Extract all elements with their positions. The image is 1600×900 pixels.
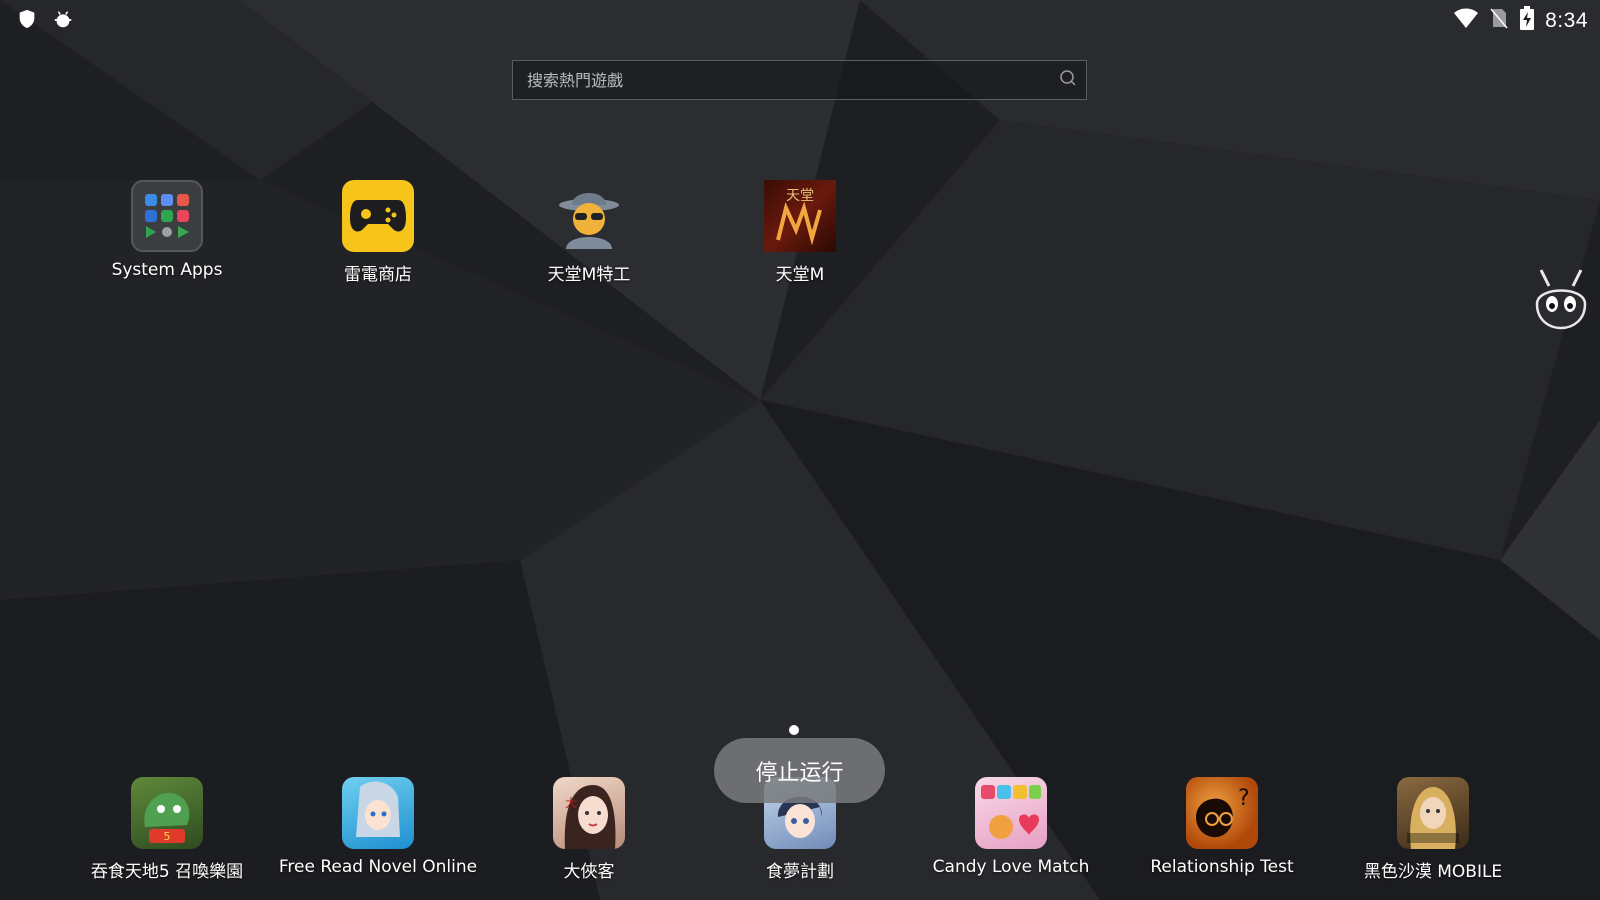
app-label: 雷電商店 (344, 265, 412, 285)
search-icon (1059, 69, 1077, 92)
app-label: 吞食天地5 召喚樂園 (90, 862, 244, 882)
dock-app-black-desert[interactable]: 黑色沙漠 MOBILE (1333, 777, 1533, 882)
dock-app-da-xia-ke[interactable]: 大 大俠客 (489, 777, 689, 882)
app-label: Candy Love Match (932, 857, 1090, 877)
toast-message: 停止运行 (714, 738, 885, 803)
app-ldplayer-store[interactable]: 雷電商店 (278, 180, 478, 285)
dragon-game-icon: 5 (131, 777, 203, 849)
app-label: 天堂M (775, 265, 825, 285)
no-sim-icon (1489, 7, 1509, 34)
app-label: 黑色沙漠 MOBILE (1363, 862, 1503, 882)
app-system-apps[interactable]: System Apps (67, 180, 267, 280)
floating-assistant[interactable] (1533, 266, 1589, 338)
svg-text:5: 5 (164, 830, 171, 843)
app-label: System Apps (111, 260, 223, 280)
gamepad-store-icon (342, 180, 414, 252)
dock-app-free-read-novel[interactable]: Free Read Novel Online (278, 777, 478, 877)
dock-app-dragon-game[interactable]: 5 吞食天地5 召喚樂園 (67, 777, 267, 882)
relationship-test-icon: ? (1186, 777, 1258, 849)
dock-app-relationship-test[interactable]: ? Relationship Test (1122, 777, 1322, 877)
app-lineage-m-agent[interactable]: 天堂M特工 (489, 180, 689, 285)
search-input[interactable] (513, 60, 1050, 100)
app-lineage-m[interactable]: 天堂 天堂M (700, 180, 900, 285)
candy-match-icon (975, 777, 1047, 849)
search-bar[interactable] (512, 60, 1087, 100)
spy-agent-icon (553, 180, 625, 252)
shield-icon (16, 8, 38, 35)
battery-charging-icon (1519, 6, 1535, 35)
status-bar: 8:34 (0, 0, 1600, 38)
search-button[interactable] (1050, 61, 1086, 99)
app-label: 天堂M特工 (547, 265, 631, 285)
dock-app-candy-love-match[interactable]: Candy Love Match (911, 777, 1111, 877)
app-label: Free Read Novel Online (278, 857, 478, 877)
svg-text:大: 大 (565, 796, 577, 810)
app-label: 大俠客 (563, 862, 615, 882)
lineage-m-icon: 天堂 (764, 180, 836, 252)
wuxia-girl-icon: 大 (553, 777, 625, 849)
folder-icon (131, 180, 203, 252)
app-label: Relationship Test (1150, 857, 1294, 877)
app-label: 食夢計劃 (766, 862, 834, 882)
svg-text:?: ? (1238, 786, 1250, 811)
svg-text:天堂: 天堂 (786, 188, 814, 204)
wifi-icon (1453, 7, 1479, 34)
mascot-icon (1533, 269, 1589, 342)
anime-girl-icon (342, 777, 414, 849)
android-debug-icon (52, 8, 74, 35)
status-time: 8:34 (1545, 8, 1588, 32)
black-desert-icon (1397, 777, 1469, 849)
page-indicator-dot (789, 725, 799, 735)
